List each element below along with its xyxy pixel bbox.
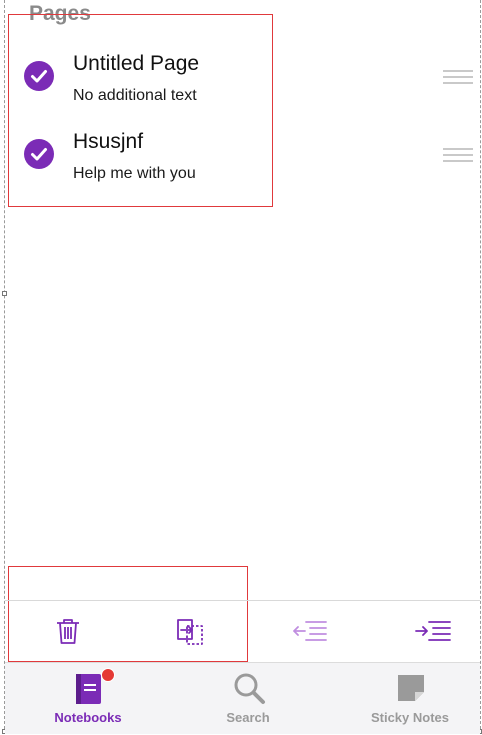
move-page-icon [177,619,203,645]
sticky-note-icon [398,675,424,701]
page-subtitle: No additional text [73,87,197,104]
drag-handle-icon[interactable] [443,70,473,84]
notification-badge [101,668,115,682]
indent-button[interactable] [413,611,453,651]
trash-icon [57,619,79,644]
drag-handle-icon[interactable] [443,148,473,162]
indent-icon [415,621,451,641]
outdent-icon [293,621,327,641]
tab-label: Notebooks [54,710,122,725]
page-list-item[interactable]: Untitled Page No additional text [0,40,482,110]
checkmark-icon[interactable] [24,61,54,91]
delete-button[interactable] [48,611,88,651]
selection-frame-right [480,0,481,734]
annotation-box-toolbar [8,566,248,662]
selection-frame-left [4,0,5,734]
tab-label: Sticky Notes [370,710,450,725]
search-icon [234,673,265,704]
tab-search[interactable]: Search [168,663,328,735]
outdent-button[interactable] [290,611,330,651]
tab-notebooks[interactable]: Notebooks [8,663,168,735]
tab-sticky-notes[interactable]: Sticky Notes [330,663,482,735]
page-title: Hsusjnf [73,130,144,153]
page-list-item[interactable]: Hsusjnf Help me with you [0,118,482,188]
section-title: Pages [29,2,91,25]
checkmark-icon[interactable] [24,139,54,169]
page-subtitle: Help me with you [73,165,196,182]
move-page-button[interactable] [170,611,210,651]
tab-bar: Notebooks Search Sticky Notes [5,662,480,734]
page-title: Untitled Page [73,52,200,75]
resize-handle[interactable] [2,291,7,296]
toolbar-divider [5,600,480,601]
tab-label: Search [226,710,270,725]
